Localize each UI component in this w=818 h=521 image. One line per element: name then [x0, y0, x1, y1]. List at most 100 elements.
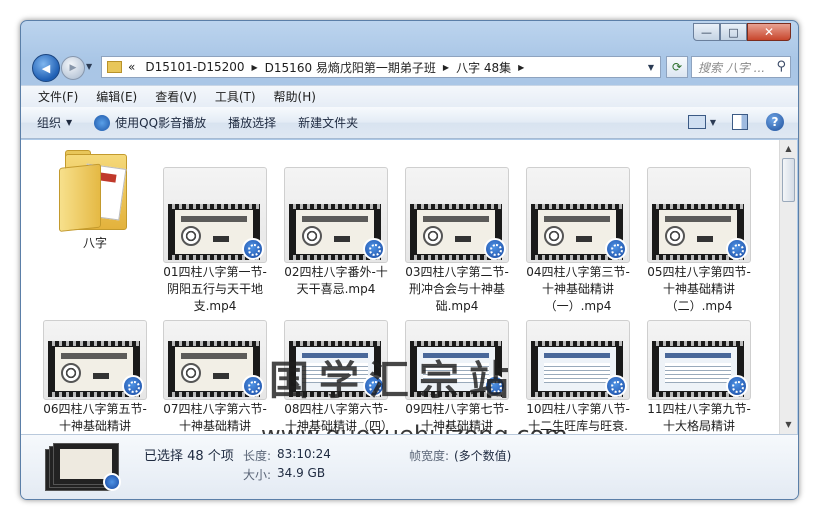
file-name: 05四柱八字第四节-十神基础精讲（二）.mp4: [647, 265, 751, 313]
play-with-qq-button[interactable]: 使用QQ影音播放: [94, 114, 206, 131]
search-input[interactable]: 搜索 八字 ... ⚲: [691, 56, 791, 78]
close-icon: ✕: [763, 25, 775, 39]
vertical-scrollbar[interactable]: ▲ ▼: [779, 140, 797, 434]
video-file-item[interactable]: 05四柱八字第四节-十神基础精讲（二）.mp4: [647, 167, 751, 315]
video-thumbnail: [647, 167, 751, 263]
video-file-item[interactable]: 02四柱八字番外-十天干喜忌.mp4: [284, 167, 388, 298]
folder-icon: [57, 148, 133, 234]
play-selection-label: 播放选择: [228, 116, 277, 130]
menu-tools[interactable]: 工具(T): [206, 88, 265, 105]
breadcrumb-item-bazi[interactable]: 八字 48集: [456, 59, 511, 76]
selection-thumbnail: [45, 443, 121, 491]
search-icon[interactable]: ⚲: [776, 59, 786, 74]
qq-player-icon: [484, 238, 506, 260]
video-file-item[interactable]: 03四柱八字第二节-刑冲合会与十神基础.mp4: [405, 167, 509, 315]
menu-view[interactable]: 查看(V): [146, 88, 206, 105]
folder-icon: [107, 61, 122, 73]
forward-arrow-icon: ▶: [69, 63, 77, 73]
scroll-down-icon[interactable]: ▼: [782, 418, 795, 432]
navigation-bar: ◀ ▶ ▼ « D15101-D15200 ▶ D15160 易熵戊阳第一期弟子…: [29, 53, 791, 83]
folder-label: 八字: [82, 236, 107, 250]
video-thumbnail: [163, 320, 267, 400]
watermark-url: www.guoxuehuizong.com: [261, 421, 568, 434]
file-name: 06四柱八字第五节-十神基础精讲（三）.mp4: [43, 402, 147, 433]
preview-pane-icon[interactable]: [732, 114, 748, 130]
command-bar: 组织 ▼ 使用QQ影音播放 播放选择 新建文件夹 ▼ ?: [21, 107, 798, 139]
new-folder-button[interactable]: 新建文件夹: [298, 114, 358, 131]
qq-player-icon: [103, 473, 121, 491]
qq-player-icon: [605, 238, 627, 260]
details-pane: 已选择 48 个项 长度: 83:10:24 大小: 34.9 GB 帧宽度: …: [21, 434, 798, 499]
chevron-right-icon[interactable]: ▶: [443, 63, 449, 72]
video-file-item[interactable]: 11四柱八字第九节-十大格局精讲（一）.mp4: [647, 320, 751, 434]
back-button[interactable]: ◀: [32, 54, 60, 82]
length-label: 长度:: [243, 449, 272, 463]
explorer-window: — □ ✕ ◀ ▶ ▼ « D15101-D15200 ▶ D15160 易熵戊…: [20, 20, 799, 500]
recent-pages-dropdown[interactable]: ▼: [86, 62, 92, 71]
help-icon[interactable]: ?: [766, 113, 784, 131]
search-placeholder: 搜索 八字 ...: [698, 60, 766, 75]
length-value: 83:10:24: [277, 447, 331, 461]
back-arrow-icon: ◀: [41, 61, 51, 75]
breadcrumb-item-d15160[interactable]: D15160 易熵戊阳第一期弟子班: [265, 59, 436, 76]
video-thumbnail: [43, 320, 147, 400]
size-value: 34.9 GB: [277, 466, 326, 480]
chevron-right-icon[interactable]: ▶: [518, 63, 524, 72]
size-label: 大小:: [243, 468, 272, 482]
close-button[interactable]: ✕: [747, 23, 791, 41]
chevron-down-icon: ▼: [66, 118, 73, 127]
maximize-icon: □: [728, 25, 739, 39]
caption-buttons: — □ ✕: [693, 23, 791, 41]
folder-bazi[interactable]: 八字: [43, 148, 147, 252]
change-view-icon[interactable]: [687, 115, 706, 129]
file-name: 02四柱八字番外-十天干喜忌.mp4: [284, 265, 388, 296]
new-folder-label: 新建文件夹: [298, 116, 359, 130]
watermark-text: 国学汇宗站: [269, 357, 519, 404]
qq-player-icon: [726, 375, 748, 397]
file-name: 11四柱八字第九节-十大格局精讲（一）.mp4: [647, 402, 751, 433]
qq-player-icon: [726, 238, 748, 260]
menu-file[interactable]: 文件(F): [29, 88, 87, 105]
forward-button[interactable]: ▶: [61, 56, 85, 80]
chevron-right-icon[interactable]: ▶: [252, 63, 258, 72]
refresh-button[interactable]: ⟳: [666, 56, 688, 78]
video-file-item[interactable]: 04四柱八字第三节-十神基础精讲（一）.mp4: [526, 167, 630, 315]
video-thumbnail: [284, 167, 388, 263]
qq-player-icon: [363, 238, 385, 260]
address-bar[interactable]: « D15101-D15200 ▶ D15160 易熵戊阳第一期弟子班 ▶ 八字…: [101, 56, 661, 78]
video-thumbnail: [647, 320, 751, 400]
organize-button[interactable]: 组织 ▼: [37, 114, 72, 131]
frame-width-label: 帧宽度:: [409, 449, 450, 463]
qq-player-icon: [605, 375, 627, 397]
video-thumbnail: [163, 167, 267, 263]
breadcrumb-overflow[interactable]: «: [128, 60, 135, 74]
video-thumbnail: [405, 167, 509, 263]
qq-player-icon: [242, 238, 264, 260]
breadcrumb: « D15101-D15200 ▶ D15160 易熵戊阳第一期弟子班 ▶ 八字…: [128, 59, 531, 76]
video-file-item[interactable]: 10四柱八字第八节-十二生旺库与旺衰.mp4: [526, 320, 630, 434]
minimize-button[interactable]: —: [693, 23, 720, 41]
address-dropdown-icon[interactable]: ▼: [648, 63, 654, 72]
file-name: 03四柱八字第二节-刑冲合会与十神基础.mp4: [405, 265, 509, 313]
play-with-qq-label: 使用QQ影音播放: [115, 116, 207, 130]
video-thumbnail: [526, 320, 630, 400]
refresh-icon: ⟳: [671, 60, 683, 74]
breadcrumb-item-d15101[interactable]: D15101-D15200: [145, 60, 244, 74]
maximize-button[interactable]: □: [720, 23, 747, 41]
view-dropdown-icon[interactable]: ▼: [710, 118, 716, 127]
video-file-item[interactable]: 01四柱八字第一节-阴阳五行与天干地支.mp4: [163, 167, 267, 315]
qq-player-icon: [94, 114, 111, 131]
scroll-thumb[interactable]: [782, 158, 795, 202]
qq-player-icon: [242, 375, 264, 397]
menu-help[interactable]: 帮助(H): [265, 88, 325, 105]
menu-edit[interactable]: 编辑(E): [87, 88, 146, 105]
command-bar-right: ▼ ?: [687, 113, 784, 131]
video-file-item[interactable]: 07四柱八字第六节-十神基础精讲（四）.mp4: [163, 320, 267, 434]
play-selection-button[interactable]: 播放选择: [228, 114, 276, 131]
selection-summary: 已选择 48 个项: [144, 449, 234, 464]
scroll-up-icon[interactable]: ▲: [782, 142, 795, 156]
qq-player-icon: [122, 375, 144, 397]
video-file-item[interactable]: 06四柱八字第五节-十神基础精讲（三）.mp4: [43, 320, 147, 434]
file-name: 07四柱八字第六节-十神基础精讲（四）.mp4: [163, 402, 267, 433]
file-name: 01四柱八字第一节-阴阳五行与天干地支.mp4: [163, 265, 267, 313]
